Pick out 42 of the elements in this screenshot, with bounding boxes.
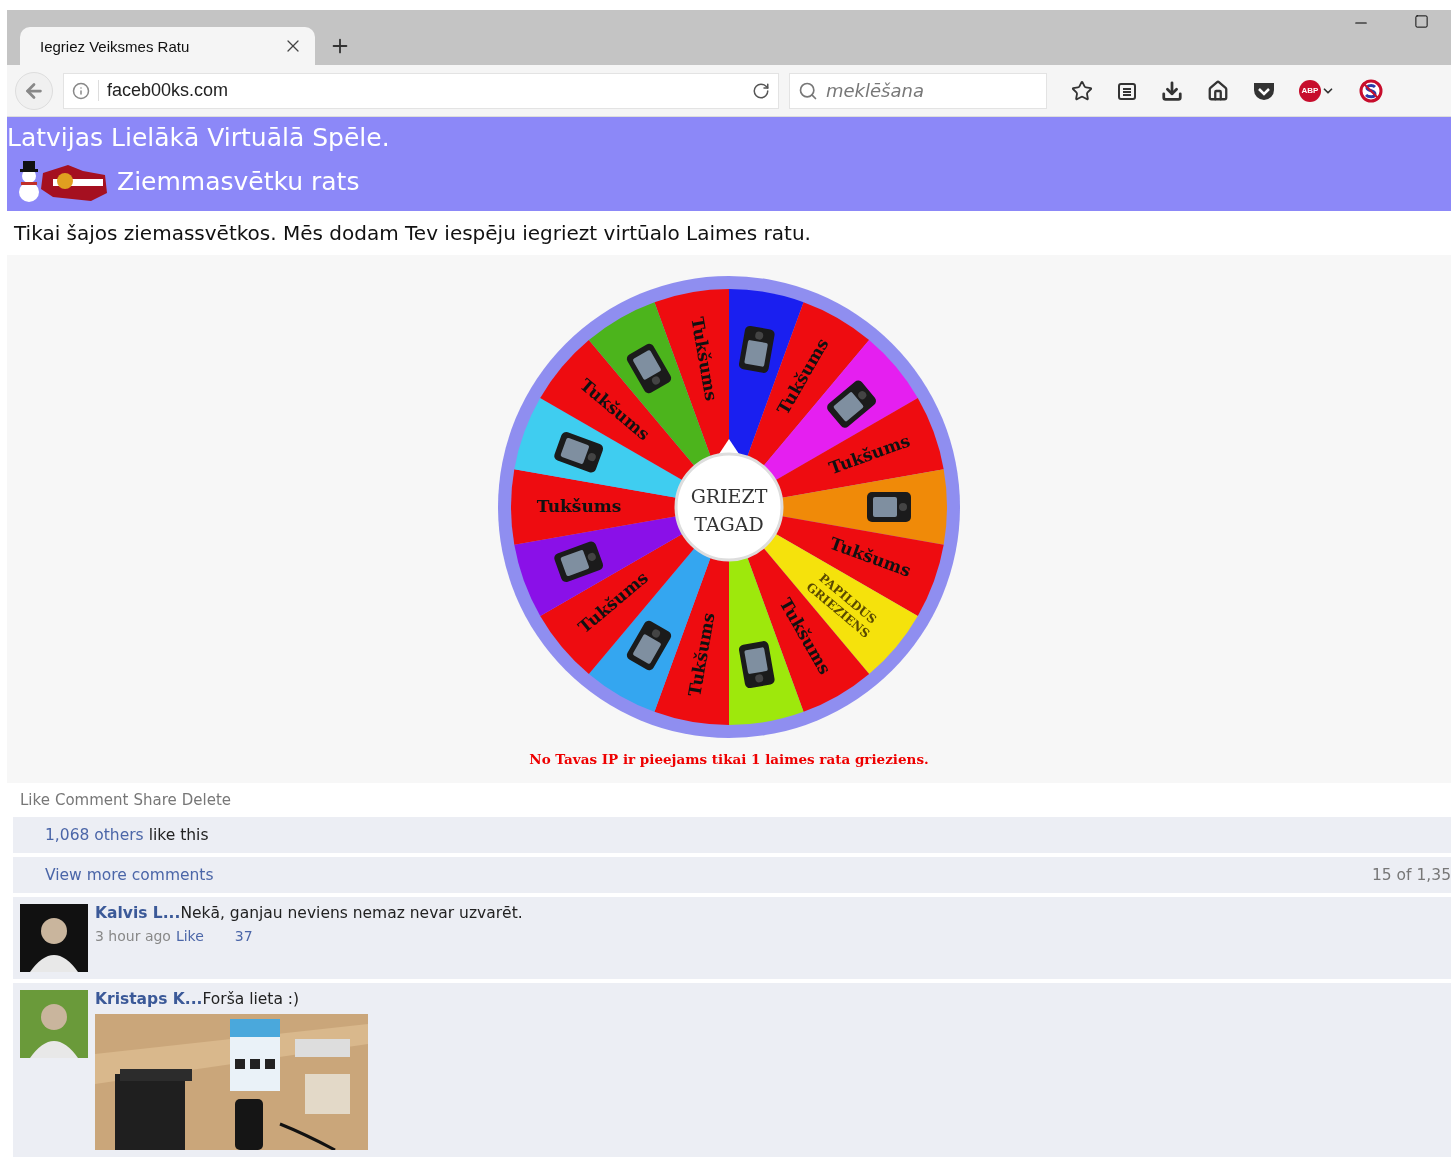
comment-author[interactable]: Kalvis L...	[95, 904, 181, 922]
comment-time: 3 hour ago	[95, 928, 171, 944]
gadget-drawing	[738, 325, 776, 374]
comment-text: Forša lieta :)	[202, 990, 300, 1008]
comment-text: Nekā, ganjau neviens nemaz nevar uzvarēt.	[180, 904, 523, 922]
back-button[interactable]	[15, 71, 53, 110]
adblock-button[interactable]: ABP	[1299, 79, 1321, 102]
download-icon[interactable]	[1161, 79, 1183, 102]
page-subtitle: Ziemmasvētku rats	[117, 166, 360, 196]
intro-text: Tikai šajos ziemassvētkos. Mēs dodam Tev iespēju iegriezt virtūalo Laimes ratu.	[13, 220, 812, 247]
maximize-icon[interactable]	[1414, 14, 1429, 29]
like-count: 37	[234, 928, 253, 944]
segment-label: Tukšums	[684, 611, 719, 698]
search-icon	[798, 80, 818, 101]
comment-count: 15 of 1,35	[1371, 866, 1451, 884]
extension-icon[interactable]	[1359, 78, 1383, 103]
pocket-icon[interactable]	[1253, 80, 1275, 101]
browser-tab[interactable]: Iegriez Veiksmes Ratu	[20, 27, 315, 65]
likes-link[interactable]: 1,068 others	[45, 826, 144, 844]
avatar-icon	[20, 904, 88, 972]
view-more-link[interactable]: View more comments	[45, 866, 214, 884]
info-icon[interactable]	[72, 81, 90, 100]
avatar-icon	[20, 990, 88, 1058]
reload-icon[interactable]	[752, 81, 770, 100]
reading-list-icon[interactable]	[1117, 80, 1137, 101]
likes-text: like this	[148, 826, 209, 844]
address-bar[interactable]: faceb00ks.com	[63, 72, 779, 109]
action-link[interactable]: Delete	[181, 791, 231, 809]
segment-label: Tukšums	[687, 315, 722, 403]
like-link[interactable]: Like	[175, 928, 204, 944]
notice-text: No Tavas IP ir pieejams tikai 1 laimes rata grieziens.	[529, 751, 929, 767]
gadget-drawing	[867, 492, 911, 522]
site-title: Latvijas Lielākā Virtuālā Spēle.	[7, 122, 390, 154]
action-link[interactable]: Comment	[54, 791, 129, 809]
segment-label: Tukšums	[536, 495, 622, 516]
home-icon[interactable]	[1207, 79, 1229, 102]
action-link[interactable]: Share	[133, 791, 177, 809]
action-link[interactable]: Like	[20, 791, 50, 809]
comment-author[interactable]: Kristaps K...	[95, 990, 203, 1008]
search-field[interactable]: meklēšana	[789, 72, 1047, 109]
gadget-drawing	[738, 640, 776, 689]
bookmark-star-icon[interactable]	[1071, 79, 1093, 102]
